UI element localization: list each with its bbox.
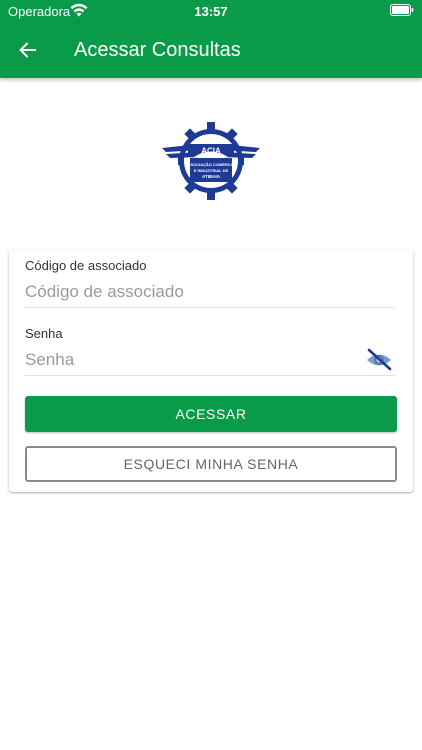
status-time: 13:57 bbox=[194, 4, 228, 19]
forgot-password-button[interactable]: ESQUECI MINHA SENHA bbox=[25, 446, 397, 482]
logo-line-2: E INDUSTRIAL DE bbox=[194, 168, 229, 173]
login-card: Código de associado Senha ACESSAR ESQUEC… bbox=[9, 250, 413, 492]
password-label: Senha bbox=[25, 326, 63, 341]
app-bar: Acessar Consultas bbox=[0, 22, 422, 78]
logo-line-3: ATIBAIA bbox=[202, 174, 221, 179]
password-input[interactable] bbox=[25, 345, 395, 376]
login-button[interactable]: ACESSAR bbox=[25, 396, 397, 432]
screen: Operadora 13:57 Acessar Consultas ACIA A… bbox=[0, 0, 422, 750]
code-label: Código de associado bbox=[25, 258, 147, 273]
battery-full-icon bbox=[390, 4, 414, 16]
eye-off-icon[interactable] bbox=[365, 348, 393, 372]
logo-line-1: ASSOCIAÇÃO COMERCIAL bbox=[185, 162, 238, 167]
acia-logo: ACIA ASSOCIAÇÃO COMERCIAL E INDUSTRIAL D… bbox=[162, 122, 260, 200]
logo-acia-text: ACIA bbox=[201, 147, 221, 156]
arrow-left-icon bbox=[19, 42, 36, 58]
code-input[interactable] bbox=[25, 277, 395, 308]
page-title: Acessar Consultas bbox=[74, 39, 241, 61]
status-bar: Operadora 13:57 bbox=[0, 0, 422, 22]
back-button[interactable] bbox=[10, 32, 46, 68]
